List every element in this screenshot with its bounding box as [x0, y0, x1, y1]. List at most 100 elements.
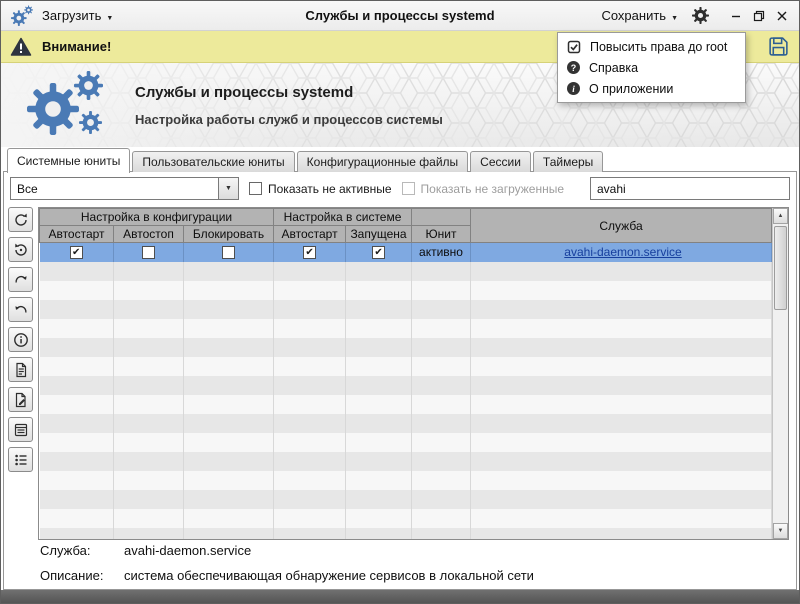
running-cell[interactable]: ✔ [346, 243, 412, 262]
show-unloaded-checkbox: Показать не загруженные [402, 182, 564, 196]
save-menu-button[interactable]: Сохранить [601, 8, 678, 23]
scroll-down-button[interactable] [773, 523, 788, 539]
checkbox[interactable]: ✔ [70, 246, 83, 259]
refresh-button[interactable] [8, 207, 33, 232]
menu-item-help[interactable]: Справка [558, 57, 745, 78]
column-header-autostart-system: Автостарт [274, 226, 346, 243]
window-bottom-edge [1, 590, 799, 603]
save-menu-label: Сохранить [601, 8, 666, 23]
service-row-selected[interactable]: ✔ ✔ ✔ активно avahi-daemon.service [40, 243, 772, 262]
dependencies-list-button[interactable] [8, 447, 33, 472]
column-header-unit: Юнит [412, 226, 471, 243]
journal-log-button[interactable] [8, 417, 33, 442]
view-unit-file-button[interactable] [8, 357, 33, 382]
empty-row [40, 433, 772, 452]
empty-row [40, 376, 772, 395]
autostop-cell[interactable] [114, 243, 184, 262]
tab-pane: Все Показать не активные Показать не заг… [3, 171, 797, 590]
tab-label: Таймеры [543, 155, 593, 169]
app-window: Загрузить Службы и процессы systemd Сохр… [0, 0, 800, 604]
table-group-header-row: Настройка в конфигурации Настройка в сис… [40, 209, 772, 226]
tab-sessions[interactable]: Сессии [470, 151, 531, 172]
tab-timers[interactable]: Таймеры [533, 151, 603, 172]
menu-item-about[interactable]: О приложении [558, 78, 745, 99]
app-gears-icon [11, 5, 33, 27]
close-button[interactable] [775, 9, 789, 23]
minimize-button[interactable] [729, 9, 743, 23]
unit-info-button[interactable] [8, 327, 33, 352]
page-subtitle: Настройка работы служб и процессов систе… [135, 112, 443, 127]
scope-combobox[interactable]: Все [10, 177, 239, 200]
vertical-scrollbar[interactable] [772, 208, 788, 539]
checkbox[interactable] [142, 246, 155, 259]
app-logo-gears-icon [27, 71, 107, 139]
load-menu-button[interactable]: Загрузить [42, 8, 113, 23]
stop-service-button[interactable] [8, 297, 33, 322]
empty-row [40, 395, 772, 414]
empty-row [40, 490, 772, 509]
column-header-running: Запущена [346, 226, 412, 243]
scroll-up-button[interactable] [773, 208, 788, 224]
empty-row [40, 528, 772, 541]
service-detail-value: avahi-daemon.service [124, 543, 251, 558]
checkbox[interactable]: ✔ [372, 246, 385, 259]
tab-bar: Системные юниты Пользовательские юниты К… [1, 147, 799, 172]
scrollbar-thumb[interactable] [774, 226, 787, 310]
reload-units-icon [13, 242, 29, 258]
restart-service-icon [13, 272, 29, 288]
menu-item-elevate-root[interactable]: Повысить права до root [558, 36, 745, 57]
empty-row [40, 414, 772, 433]
services-table-area: Настройка в конфигурации Настройка в сис… [38, 207, 789, 540]
unit-status: активно [419, 245, 463, 259]
group-header-system: Настройка в системе [274, 209, 412, 226]
empty-row [40, 300, 772, 319]
tab-label: Системные юниты [17, 154, 120, 168]
refresh-icon [13, 212, 29, 228]
page-title: Службы и процессы systemd [135, 84, 443, 101]
column-header-autostop: Автостоп [114, 226, 184, 243]
info-circle-icon [567, 82, 580, 95]
empty-row [40, 452, 772, 471]
empty-row [40, 471, 772, 490]
restart-service-button[interactable] [8, 267, 33, 292]
journal-icon [13, 422, 29, 438]
show-inactive-checkbox[interactable]: Показать не активные [249, 182, 392, 196]
column-header-block: Блокировать [184, 226, 274, 243]
group-header-empty [412, 209, 471, 226]
block-cell[interactable] [184, 243, 274, 262]
reload-units-button[interactable] [8, 237, 33, 262]
stop-service-icon [13, 302, 29, 318]
chevron-down-icon [671, 8, 678, 23]
save-config-button[interactable] [767, 35, 790, 58]
titlebar: Загрузить Службы и процессы systemd Сохр… [1, 1, 799, 31]
autostart-system-cell[interactable]: ✔ [274, 243, 346, 262]
description-detail-value: система обеспечивающая обнаружение серви… [124, 568, 534, 583]
edit-file-icon [13, 392, 29, 408]
tab-config-files[interactable]: Конфигурационные файлы [297, 151, 468, 172]
edit-unit-file-button[interactable] [8, 387, 33, 412]
empty-row [40, 357, 772, 376]
load-menu-label: Загрузить [42, 8, 101, 23]
checkbox[interactable]: ✔ [303, 246, 316, 259]
window-controls [729, 9, 789, 23]
checkbox-box [402, 182, 415, 195]
column-header-autostart-config: Автостарт [40, 226, 114, 243]
unit-file-icon [13, 362, 29, 378]
column-header-service: Служба [471, 209, 772, 243]
chevron-down-icon [106, 8, 113, 23]
service-link[interactable]: avahi-daemon.service [564, 245, 681, 259]
settings-gear-button[interactable] [692, 7, 709, 24]
autostart-config-cell[interactable]: ✔ [40, 243, 114, 262]
tab-user-units[interactable]: Пользовательские юниты [132, 151, 294, 172]
empty-row [40, 281, 772, 300]
tab-label: Сессии [480, 155, 521, 169]
combobox-dropdown-button[interactable] [218, 178, 238, 199]
empty-row [40, 262, 772, 281]
search-input[interactable] [590, 177, 790, 200]
checkbox[interactable] [222, 246, 235, 259]
menu-item-label: Справка [589, 61, 638, 75]
side-toolbar [8, 207, 34, 472]
restore-button[interactable] [752, 9, 766, 23]
tab-system-units[interactable]: Системные юниты [7, 148, 130, 173]
empty-row [40, 338, 772, 357]
